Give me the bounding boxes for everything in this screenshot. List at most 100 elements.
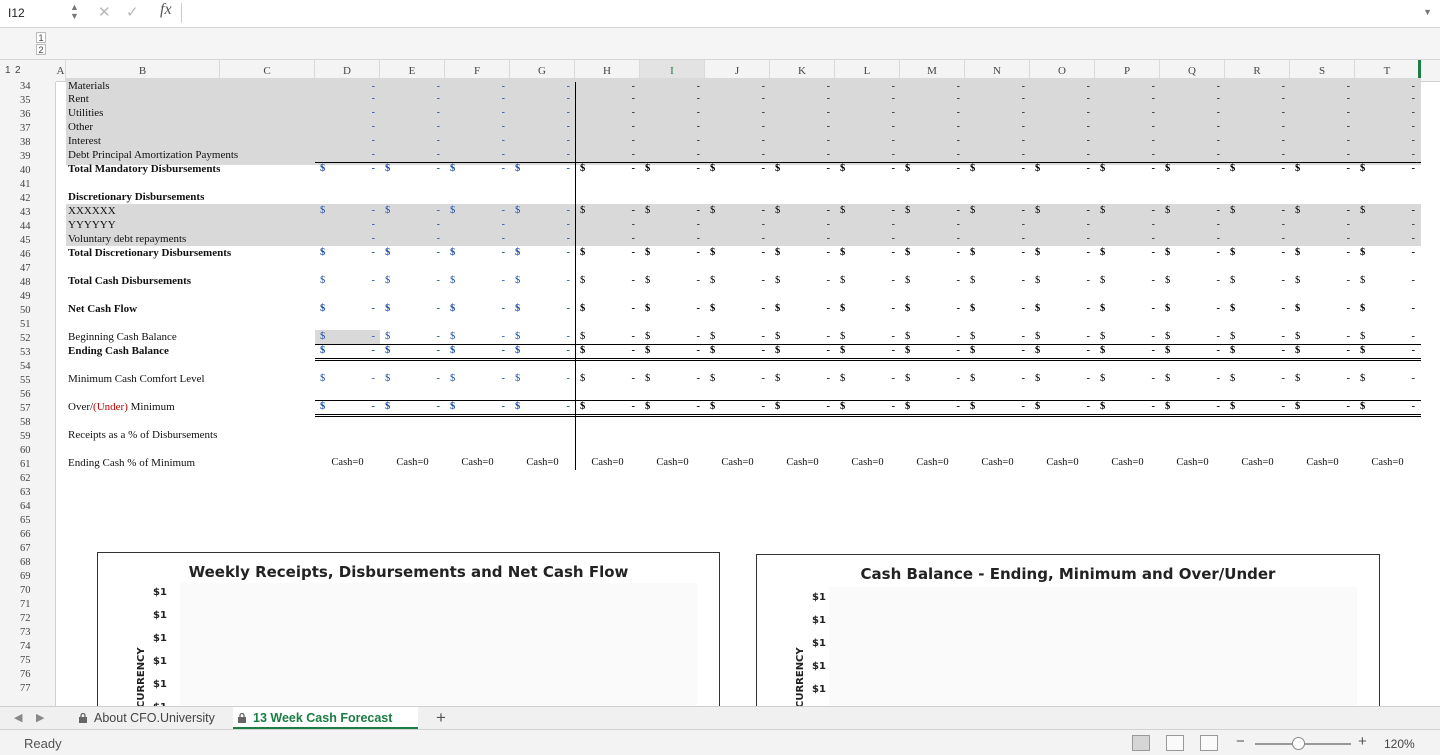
- cell-q35[interactable]: -: [1160, 92, 1225, 106]
- cell-r50[interactable]: $ -: [1225, 302, 1290, 316]
- row-outline-level-1[interactable]: 1: [5, 65, 11, 76]
- zoom-out-button[interactable]: −: [1236, 733, 1245, 750]
- cell-p38[interactable]: -: [1095, 134, 1160, 148]
- cell-n36[interactable]: -: [965, 106, 1030, 120]
- row-header-70[interactable]: 70: [20, 584, 54, 598]
- cell-l50[interactable]: $ -: [835, 302, 900, 316]
- cell-q48[interactable]: $ -: [1160, 274, 1225, 288]
- cell-o44[interactable]: -: [1030, 218, 1095, 232]
- cell-g48[interactable]: $ -: [510, 274, 575, 288]
- cell-t37[interactable]: -: [1355, 120, 1420, 134]
- cell-i55[interactable]: $ -: [640, 372, 705, 386]
- cell-f34[interactable]: -: [445, 80, 510, 94]
- sheet-tab-13-week-cash-forecast[interactable]: 13 Week Cash Forecast: [233, 707, 418, 729]
- cell-l36[interactable]: -: [835, 106, 900, 120]
- cell-r36[interactable]: -: [1225, 106, 1290, 120]
- row-header-55[interactable]: 55: [20, 374, 54, 388]
- cell-g50[interactable]: $ -: [510, 302, 575, 316]
- normal-view-icon[interactable]: [1132, 735, 1150, 751]
- cell-k37[interactable]: -: [770, 120, 835, 134]
- cell-d57[interactable]: $ -: [315, 400, 380, 414]
- page-layout-view-icon[interactable]: [1166, 735, 1184, 751]
- cell-m46[interactable]: $ -: [900, 246, 965, 260]
- cell-t46[interactable]: $ -: [1355, 246, 1420, 260]
- cell-d44[interactable]: -: [315, 218, 380, 232]
- cell-p35[interactable]: -: [1095, 92, 1160, 106]
- cell-e44[interactable]: -: [380, 218, 445, 232]
- cell-f35[interactable]: -: [445, 92, 510, 106]
- cell-l37[interactable]: -: [835, 120, 900, 134]
- cell-l45[interactable]: -: [835, 232, 900, 246]
- cell-o34[interactable]: -: [1030, 80, 1095, 94]
- cell-j43[interactable]: $ -: [705, 204, 770, 218]
- cell-s46[interactable]: $ -: [1290, 246, 1355, 260]
- cell-r38[interactable]: -: [1225, 134, 1290, 148]
- cell-p39[interactable]: -: [1095, 148, 1160, 162]
- cell-l55[interactable]: $ -: [835, 372, 900, 386]
- cell-j52[interactable]: $ -: [705, 330, 770, 344]
- cell-j36[interactable]: -: [705, 106, 770, 120]
- cell-j38[interactable]: -: [705, 134, 770, 148]
- cell-h46[interactable]: $ -: [575, 246, 640, 260]
- cell-k52[interactable]: $ -: [770, 330, 835, 344]
- cell-i61[interactable]: Cash=0: [640, 456, 705, 470]
- cell-s35[interactable]: -: [1290, 92, 1355, 106]
- cell-r57[interactable]: $ -: [1225, 400, 1290, 414]
- cell-k43[interactable]: $ -: [770, 204, 835, 218]
- cell-h40[interactable]: $ -: [575, 162, 640, 176]
- cell-p55[interactable]: $ -: [1095, 372, 1160, 386]
- cell-l43[interactable]: $ -: [835, 204, 900, 218]
- cell-j39[interactable]: -: [705, 148, 770, 162]
- cell-m61[interactable]: Cash=0: [900, 456, 965, 470]
- outline-level-2-button[interactable]: 2: [36, 44, 46, 55]
- cell-f43[interactable]: $ -: [445, 204, 510, 218]
- row-header-77[interactable]: 77: [20, 682, 54, 696]
- cell-j50[interactable]: $ -: [705, 302, 770, 316]
- row-header-50[interactable]: 50: [20, 304, 54, 318]
- cell-n34[interactable]: -: [965, 80, 1030, 94]
- row-header-53[interactable]: 53: [20, 346, 54, 360]
- cell-j35[interactable]: -: [705, 92, 770, 106]
- cell-e37[interactable]: -: [380, 120, 445, 134]
- cell-i35[interactable]: -: [640, 92, 705, 106]
- cell-s40[interactable]: $ -: [1290, 162, 1355, 176]
- cell-i52[interactable]: $ -: [640, 330, 705, 344]
- cell-p50[interactable]: $ -: [1095, 302, 1160, 316]
- cell-g61[interactable]: Cash=0: [510, 456, 575, 470]
- cell-o55[interactable]: $ -: [1030, 372, 1095, 386]
- formula-input[interactable]: [190, 3, 1410, 23]
- cell-m55[interactable]: $ -: [900, 372, 965, 386]
- cell-q53[interactable]: $ -: [1160, 344, 1225, 358]
- cell-d53[interactable]: $ -: [315, 344, 380, 358]
- cell-h38[interactable]: -: [575, 134, 640, 148]
- cell-k46[interactable]: $ -: [770, 246, 835, 260]
- cell-p44[interactable]: -: [1095, 218, 1160, 232]
- cell-e48[interactable]: $ -: [380, 274, 445, 288]
- cell-d37[interactable]: -: [315, 120, 380, 134]
- zoom-slider-handle[interactable]: [1292, 737, 1306, 750]
- add-sheet-button[interactable]: +: [436, 708, 446, 728]
- cell-t38[interactable]: -: [1355, 134, 1420, 148]
- cell-h61[interactable]: Cash=0: [575, 456, 640, 470]
- cell-k38[interactable]: -: [770, 134, 835, 148]
- cell-t57[interactable]: $ -: [1355, 400, 1420, 414]
- cell-q46[interactable]: $ -: [1160, 246, 1225, 260]
- column-header-a[interactable]: A: [56, 60, 66, 82]
- cell-m50[interactable]: $ -: [900, 302, 965, 316]
- row-header-37[interactable]: 37: [20, 122, 54, 136]
- cell-m36[interactable]: -: [900, 106, 965, 120]
- enter-check-icon[interactable]: ✓: [126, 3, 139, 21]
- cell-l40[interactable]: $ -: [835, 162, 900, 176]
- cell-h37[interactable]: -: [575, 120, 640, 134]
- cell-o45[interactable]: -: [1030, 232, 1095, 246]
- cell-s61[interactable]: Cash=0: [1290, 456, 1355, 470]
- cell-g53[interactable]: $ -: [510, 344, 575, 358]
- cell-o39[interactable]: -: [1030, 148, 1095, 162]
- cell-l53[interactable]: $ -: [835, 344, 900, 358]
- cell-j53[interactable]: $ -: [705, 344, 770, 358]
- cell-e39[interactable]: -: [380, 148, 445, 162]
- cell-i40[interactable]: $ -: [640, 162, 705, 176]
- row-header-57[interactable]: 57: [20, 402, 54, 416]
- row-header-68[interactable]: 68: [20, 556, 54, 570]
- cell-s52[interactable]: $ -: [1290, 330, 1355, 344]
